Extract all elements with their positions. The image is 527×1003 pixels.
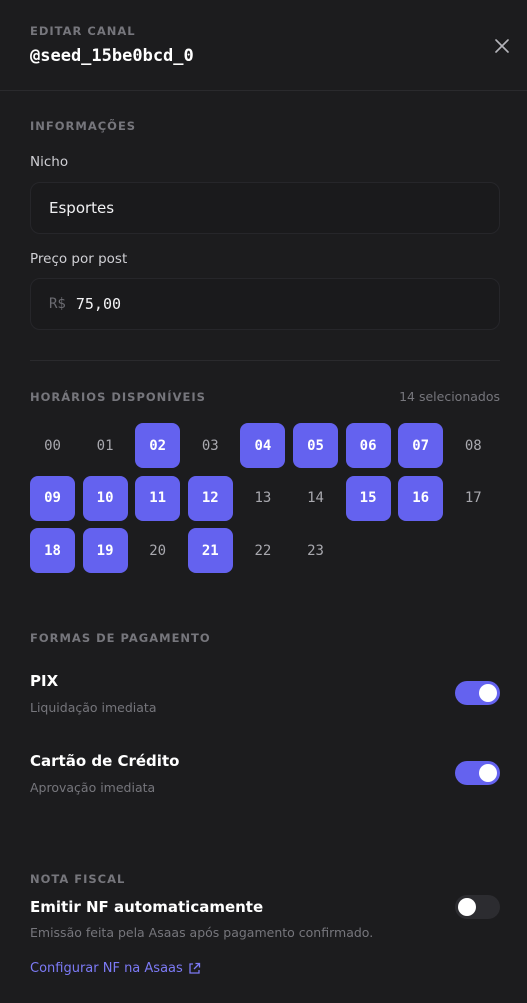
- payment-method-title: Cartão de Crédito: [30, 752, 180, 770]
- hour-slot-08[interactable]: 08: [451, 423, 496, 468]
- hour-slot-00[interactable]: 00: [30, 423, 75, 468]
- hour-slot-10[interactable]: 10: [82, 475, 128, 521]
- price-label: Preço por post: [30, 251, 128, 267]
- hour-slot-09[interactable]: 09: [30, 475, 75, 521]
- close-button[interactable]: [490, 34, 514, 58]
- hour-slot-07[interactable]: 07: [398, 423, 444, 468]
- external-link-icon: [189, 962, 200, 974]
- currency-prefix: R$: [49, 296, 66, 312]
- payment-method-subtitle: Aprovação imediata: [30, 780, 156, 795]
- hour-slot-22[interactable]: 22: [240, 528, 285, 573]
- hour-slot-14[interactable]: 14: [293, 476, 338, 521]
- hour-slot-18[interactable]: 18: [30, 528, 75, 573]
- invoice-subtitle: Emissão feita pela Asaas após pagamento …: [30, 925, 374, 940]
- hour-slot-04[interactable]: 04: [240, 423, 286, 468]
- toggle-knob: [458, 898, 476, 916]
- hour-slot-16[interactable]: 16: [398, 475, 444, 521]
- hour-slot-13[interactable]: 13: [240, 476, 285, 521]
- hour-slot-15[interactable]: 15: [345, 475, 391, 521]
- selected-count: 14 selecionados: [399, 389, 500, 404]
- invoice-section-title: NOTA FISCAL: [30, 872, 126, 886]
- invoice-toggle[interactable]: [455, 895, 500, 919]
- payment-method-title: PIX: [30, 672, 59, 690]
- toggle-knob: [479, 764, 497, 782]
- payments-section-title: FORMAS DE PAGAMENTO: [30, 631, 211, 645]
- section-divider: [30, 360, 500, 361]
- hour-slot-21[interactable]: 21: [187, 528, 233, 573]
- schedule-section-title: HORÁRIOS DISPONÍVEIS: [30, 390, 206, 404]
- close-icon: [495, 39, 509, 53]
- hour-slot-05[interactable]: 05: [293, 423, 338, 468]
- niche-value: Esportes: [49, 199, 115, 217]
- channel-handle: @seed_15be0bcd_0: [30, 46, 194, 66]
- hour-slot-19[interactable]: 19: [82, 528, 128, 573]
- hour-slots-grid: 00 01 02 03 04 05 06 07 08 09 10 11 12 13 14 15 16 17 18 19…: [30, 423, 500, 573]
- hour-slot-01[interactable]: 01: [83, 423, 128, 468]
- hour-slot-06[interactable]: 06: [345, 423, 391, 468]
- hour-slot-17[interactable]: 17: [451, 476, 496, 521]
- price-value: 75,00: [75, 295, 122, 313]
- info-section-title: INFORMAÇÕES: [30, 119, 137, 133]
- panel-header: EDITAR CANAL @seed_15be0bcd_0: [0, 0, 527, 91]
- header-eyebrow: EDITAR CANAL: [30, 24, 136, 38]
- hour-slot-02[interactable]: 02: [135, 423, 181, 468]
- invoice-title: Emitir NF automaticamente: [30, 898, 264, 916]
- credit-card-toggle[interactable]: [455, 761, 500, 785]
- hour-slot-11[interactable]: 11: [135, 475, 181, 521]
- niche-input[interactable]: Esportes: [30, 182, 500, 234]
- payment-method-subtitle: Liquidação imediata: [30, 700, 157, 715]
- hour-slot-23[interactable]: 23: [293, 528, 338, 573]
- configure-invoice-label: Configurar NF na Asaas: [30, 961, 183, 976]
- hour-slot-12[interactable]: 12: [187, 475, 233, 521]
- pix-toggle[interactable]: [455, 681, 500, 705]
- niche-label: Nicho: [30, 154, 69, 170]
- hour-slot-03[interactable]: 03: [188, 423, 233, 468]
- toggle-knob: [479, 684, 497, 702]
- price-input[interactable]: R$ 75,00: [30, 278, 500, 330]
- hour-slot-20[interactable]: 20: [135, 528, 180, 573]
- configure-invoice-link[interactable]: Configurar NF na Asaas: [30, 961, 201, 976]
